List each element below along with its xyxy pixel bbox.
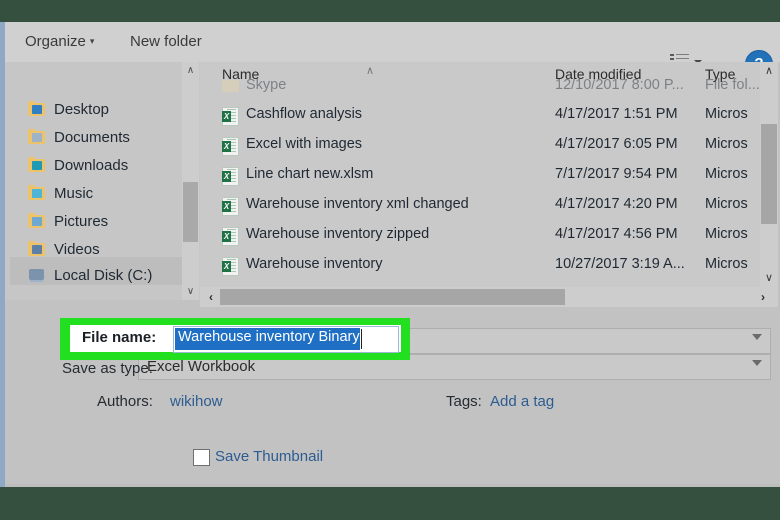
file-list-rows: Skype 12/10/2017 8:00 P... File fol... X… <box>200 77 760 287</box>
vertical-scrollbar-thumb[interactable] <box>761 124 777 224</box>
sidebar-item-label: Documents <box>54 129 130 146</box>
scroll-down-icon[interactable]: ∨ <box>760 269 778 287</box>
excel-file-icon: X <box>222 257 239 276</box>
authors-value[interactable]: wikihow <box>170 393 223 410</box>
tags-label: Tags: <box>446 393 482 410</box>
file-date: 4/17/2017 6:05 PM <box>555 136 678 152</box>
file-date: 10/27/2017 3:19 A... <box>555 256 685 272</box>
file-name: Line chart new.xlsm <box>246 166 374 182</box>
save-thumbnail-label: Save Thumbnail <box>215 448 324 465</box>
file-name-value: Warehouse inventory Binary <box>178 329 360 345</box>
file-type: Micros <box>705 256 748 272</box>
top-chrome-band <box>0 0 780 22</box>
sidebar-item-label: Music <box>54 185 94 202</box>
file-name: Warehouse inventory xml changed <box>246 196 469 212</box>
horizontal-scrollbar-thumb[interactable] <box>220 289 565 305</box>
table-row[interactable]: X Warehouse inventory xml changed 4/17/2… <box>200 191 760 220</box>
folder-desktop-icon <box>27 101 47 117</box>
file-date: 7/17/2017 9:54 PM <box>555 166 678 182</box>
table-row[interactable]: X Warehouse inventory 10/27/2017 3:19 A.… <box>200 251 760 280</box>
table-row[interactable]: X Cashflow analysis 4/17/2017 1:51 PM Mi… <box>200 101 760 130</box>
file-type: Micros <box>705 196 748 212</box>
sidebar-item-label: Videos <box>54 241 100 258</box>
add-a-tag-link[interactable]: Add a tag <box>490 393 554 410</box>
scroll-left-icon[interactable]: ‹ <box>202 287 220 307</box>
save-as-type-label: Save as type: <box>62 360 153 377</box>
bottom-chrome-band <box>0 487 780 520</box>
sidebar-item-pictures[interactable]: Pictures <box>27 208 108 235</box>
sidebar-item-label: Desktop <box>54 101 110 118</box>
text-cursor <box>361 329 362 349</box>
excel-file-icon: X <box>222 197 239 216</box>
scroll-up-icon[interactable]: ∧ <box>760 62 778 80</box>
folder-documents-icon <box>27 129 47 145</box>
sidebar-item-music[interactable]: Music <box>27 180 93 207</box>
new-folder-label: New folder <box>130 33 202 50</box>
scroll-right-icon[interactable]: › <box>754 287 772 307</box>
sidebar-item-downloads[interactable]: Downloads <box>27 152 128 179</box>
nav-scrollbar[interactable]: ∧ ∨ <box>182 62 199 300</box>
organize-label: Organize <box>25 33 86 50</box>
chevron-down-icon: ▾ <box>89 36 95 46</box>
file-name: Warehouse inventory zipped <box>246 226 430 242</box>
file-type: Micros <box>705 136 748 152</box>
save-as-dialog: Organize▾ New folder ? Desktop <box>0 22 780 487</box>
new-folder-button[interactable]: New folder <box>130 33 202 50</box>
folder-downloads-icon <box>27 157 47 173</box>
organize-button[interactable]: Organize ▾ <box>25 33 94 50</box>
dialog-toolbar: Organize▾ New folder ? <box>5 22 780 78</box>
file-name: Excel with images <box>246 136 363 152</box>
file-name-highlight-box: File name: Warehouse inventory Binary <box>60 318 410 360</box>
file-type: Micros <box>705 166 748 182</box>
excel-file-icon: X <box>222 107 239 126</box>
chevron-down-icon <box>752 360 762 366</box>
excel-file-icon: X <box>222 167 239 186</box>
sidebar-item-local-disk[interactable]: Local Disk (C:) <box>27 262 152 289</box>
form-divider <box>5 484 780 487</box>
file-date: 4/17/2017 4:20 PM <box>555 196 678 212</box>
scroll-up-icon[interactable]: ∧ <box>182 62 199 79</box>
file-date: 4/17/2017 4:56 PM <box>555 226 678 242</box>
sidebar-item-videos[interactable]: Videos <box>27 236 100 263</box>
file-list-horizontal-scrollbar[interactable]: ‹ › <box>200 287 778 307</box>
scroll-down-icon[interactable]: ∨ <box>182 283 199 300</box>
sidebar-item-label: Downloads <box>54 157 129 174</box>
file-name: Warehouse inventory <box>246 256 383 272</box>
file-type: File fol... <box>705 77 760 93</box>
file-date: 4/17/2017 1:51 PM <box>555 106 678 122</box>
file-name-row: File name: Warehouse inventory Binary <box>70 325 401 353</box>
sidebar-item-label: Pictures <box>54 213 109 230</box>
excel-file-icon: X <box>222 137 239 156</box>
table-row[interactable]: X Excel with images 4/17/2017 6:05 PM Mi… <box>200 131 760 160</box>
folder-videos-icon <box>27 241 47 257</box>
file-name-input[interactable]: Warehouse inventory Binary <box>173 326 399 353</box>
sidebar-item-label: Local Disk (C:) <box>54 267 153 284</box>
screenshot-root: Organize▾ New folder ? Desktop <box>0 0 780 520</box>
chevron-down-icon <box>752 334 762 340</box>
file-list-vertical-scrollbar[interactable]: ∧ ∨ <box>760 62 778 287</box>
file-name: Cashflow analysis <box>246 106 363 122</box>
file-type: Micros <box>705 106 748 122</box>
file-type: Micros <box>705 226 748 242</box>
folder-music-icon <box>27 185 47 201</box>
navigation-pane: Desktop Documents Downloads Music Pictur… <box>5 62 200 300</box>
nav-scrollbar-thumb[interactable] <box>183 182 198 242</box>
table-row[interactable]: X Line chart new.xlsm 7/17/2017 9:54 PM … <box>200 161 760 190</box>
folder-icon <box>222 80 239 92</box>
sidebar-item-desktop[interactable]: Desktop <box>27 96 109 123</box>
file-date: 12/10/2017 8:00 P... <box>555 77 684 93</box>
table-row[interactable]: X Warehouse inventory zipped 4/17/2017 4… <box>200 221 760 250</box>
table-row[interactable]: Skype 12/10/2017 8:00 P... File fol... <box>200 72 760 101</box>
excel-file-icon: X <box>222 227 239 246</box>
file-name-label: File name: <box>82 329 157 346</box>
save-thumbnail-checkbox[interactable] <box>193 449 210 466</box>
save-as-type-value: Excel Workbook <box>147 358 256 375</box>
local-disk-icon <box>27 267 47 283</box>
file-name: Skype <box>246 77 287 93</box>
folder-pictures-icon <box>27 213 47 229</box>
file-list: Name ∧ Date modified Type Skype 12/10/20… <box>200 62 760 287</box>
authors-label: Authors: <box>97 393 153 410</box>
sidebar-item-documents[interactable]: Documents <box>27 124 130 151</box>
